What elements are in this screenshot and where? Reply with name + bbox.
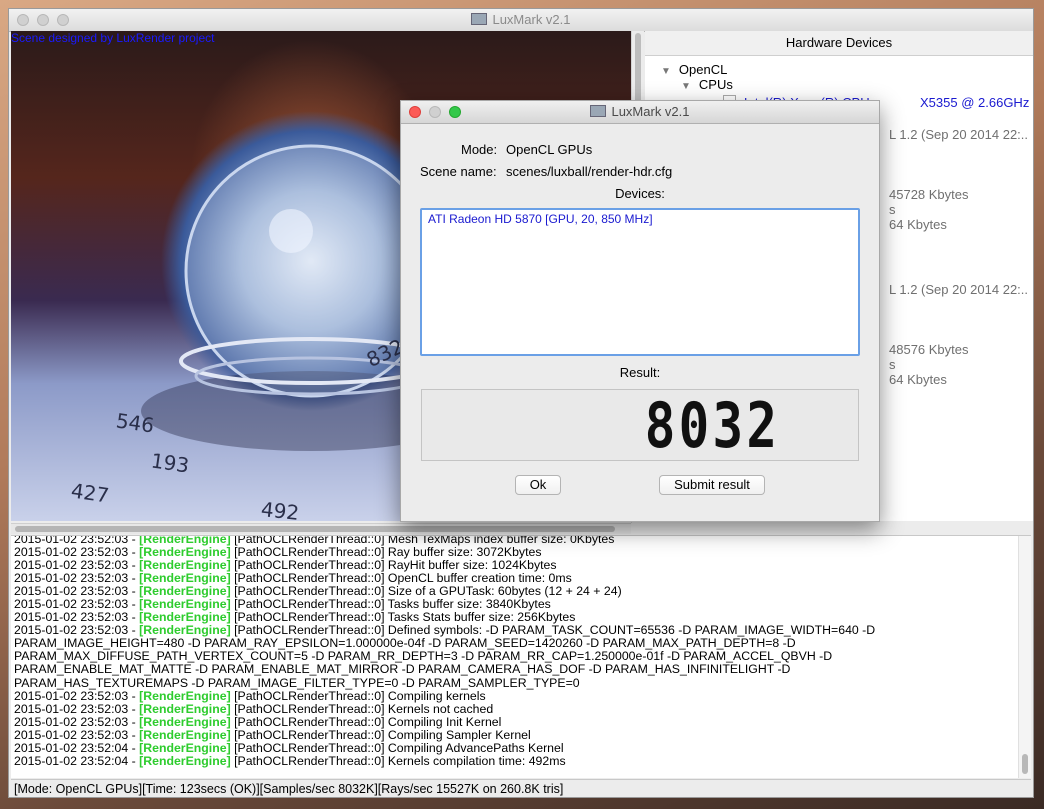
device-model: X5355 @ 2.66GHz bbox=[920, 95, 1030, 110]
log-tag: [RenderEngine] bbox=[139, 623, 231, 638]
scene-number: 427 bbox=[69, 478, 111, 508]
log-message: [PathOCLRenderThread::0] Compiling Advan… bbox=[230, 740, 564, 755]
log-message: [PathOCLRenderThread::0] Compiling Sampl… bbox=[230, 727, 531, 742]
log-tag: [RenderEngine] bbox=[139, 688, 231, 703]
status-bar: [Mode: OpenCL GPUs][Time: 123secs (OK)][… bbox=[11, 779, 1031, 797]
log-timestamp: 2015-01-02 23:52:03 - bbox=[14, 701, 140, 716]
log-message: [PathOCLRenderThread::0] Defined symbols… bbox=[230, 623, 876, 638]
main-zoom-button[interactable] bbox=[57, 14, 69, 26]
log-message: [PathOCLRenderThread::0] OpenCL buffer c… bbox=[230, 571, 572, 586]
scene-name-label: Scene name: bbox=[420, 164, 497, 179]
scroll-thumb[interactable] bbox=[1022, 754, 1028, 774]
log-tag: [RenderEngine] bbox=[139, 753, 231, 768]
log-tag: [RenderEngine] bbox=[139, 597, 231, 612]
main-titlebar: LuxMark v2.1 bbox=[9, 9, 1033, 32]
expand-triangle-icon[interactable]: ▼ bbox=[681, 81, 691, 92]
scene-number: 546 bbox=[114, 408, 156, 438]
log-line: 2015-01-02 23:52:04 - [RenderEngine] [Pa… bbox=[14, 753, 875, 768]
log-tag: [RenderEngine] bbox=[139, 727, 231, 742]
log-timestamp: 2015-01-02 23:52:03 - bbox=[14, 584, 140, 599]
device-info: L 1.2 (Sep 20 2014 22:.. bbox=[889, 282, 1029, 297]
device-info: L 1.2 (Sep 20 2014 22:.. bbox=[889, 127, 1029, 142]
log-timestamp: 2015-01-02 23:52:03 - bbox=[14, 688, 140, 703]
mode-value: OpenCL GPUs bbox=[506, 142, 593, 157]
log-timestamp: 2015-01-02 23:52:03 - bbox=[14, 714, 140, 729]
log-timestamp: 2015-01-02 23:52:03 - bbox=[14, 610, 140, 625]
result-display: 8032 bbox=[421, 389, 859, 461]
log-message: [PathOCLRenderThread::0] Tasks buffer si… bbox=[230, 597, 551, 612]
log-tag: [RenderEngine] bbox=[139, 584, 231, 599]
log-message: [PathOCLRenderThread::0] Size of a GPUTa… bbox=[230, 584, 622, 599]
device-info: 45728 Kbytes bbox=[889, 187, 969, 202]
log-tag: [RenderEngine] bbox=[139, 558, 231, 573]
log-timestamp: 2015-01-02 23:52:04 - bbox=[14, 740, 140, 755]
tree-label: OpenCL bbox=[678, 62, 728, 77]
log-message: [PathOCLRenderThread::0] Tasks Stats buf… bbox=[230, 610, 576, 625]
log-message: [PathOCLRenderThread::0] Compiling kerne… bbox=[230, 688, 486, 703]
log-message: [PathOCLRenderThread::0] Kernels not cac… bbox=[230, 701, 494, 716]
log-tag: [RenderEngine] bbox=[139, 701, 231, 716]
log-timestamp: 2015-01-02 23:52:04 - bbox=[14, 753, 140, 768]
log-message: [PathOCLRenderThread::0] RayHit buffer s… bbox=[230, 558, 557, 573]
log-timestamp: 2015-01-02 23:52:03 - bbox=[14, 727, 140, 742]
mode-label: Mode: bbox=[461, 142, 498, 157]
ok-button[interactable]: Ok bbox=[515, 475, 561, 495]
log-message: PARAM_ENABLE_MAT_MATTE -D PARAM_ENABLE_M… bbox=[14, 662, 791, 677]
log-timestamp: 2015-01-02 23:52:03 - bbox=[14, 571, 140, 586]
app-icon bbox=[471, 13, 488, 25]
log-timestamp: 2015-01-02 23:52:03 - bbox=[14, 558, 140, 573]
tree-item-cpus[interactable]: ▼ CPUs bbox=[681, 76, 733, 94]
scene-credit: Scene designed by LuxRender project bbox=[11, 31, 215, 45]
main-window-title: LuxMark v2.1 bbox=[492, 12, 571, 27]
device-info: 64 Kbytes bbox=[889, 372, 947, 387]
dialog-title: LuxMark v2.1 bbox=[611, 104, 690, 119]
main-close-button[interactable] bbox=[17, 14, 29, 26]
render-horizontal-scrollbar[interactable] bbox=[11, 523, 631, 534]
device-info: 48576 Kbytes bbox=[889, 342, 969, 357]
log-tag: [RenderEngine] bbox=[139, 610, 231, 625]
log-timestamp: 2015-01-02 23:52:03 - bbox=[14, 545, 140, 560]
dialog-close-button[interactable] bbox=[409, 106, 421, 118]
log-message: [PathOCLRenderThread::0] Kernels compila… bbox=[230, 753, 566, 768]
scene-number: 492 bbox=[259, 497, 301, 521]
result-lcd-value: 8032 bbox=[644, 389, 780, 462]
log-message: [PathOCLRenderThread::0] Compiling Init … bbox=[230, 714, 502, 729]
log-lines: 2015-01-02 23:52:03 - [RenderEngine] [Pa… bbox=[14, 536, 876, 768]
expand-triangle-icon[interactable]: ▼ bbox=[661, 66, 671, 77]
device-info: 64 Kbytes bbox=[889, 217, 947, 232]
scene-name-value: scenes/luxball/render-hdr.cfg bbox=[506, 164, 673, 179]
log-tag: [RenderEngine] bbox=[139, 740, 231, 755]
hardware-devices-header: Hardware Devices bbox=[645, 31, 1033, 56]
result-label: Result: bbox=[619, 365, 661, 380]
app-icon bbox=[590, 105, 607, 117]
log-tag: [RenderEngine] bbox=[139, 571, 231, 586]
log-tag: [RenderEngine] bbox=[139, 714, 231, 729]
log-tag: [RenderEngine] bbox=[139, 545, 231, 560]
log-message: PARAM_HAS_TEXTUREMAPS -D PARAM_IMAGE_FIL… bbox=[14, 675, 580, 690]
result-dialog: LuxMark v2.1 Mode: OpenCL GPUs Scene nam… bbox=[400, 100, 880, 522]
log-output[interactable]: 2015-01-02 23:52:03 - [RenderEngine] [Pa… bbox=[11, 535, 1031, 778]
log-timestamp: 2015-01-02 23:52:03 - bbox=[14, 597, 140, 612]
main-minimize-button[interactable] bbox=[37, 14, 49, 26]
devices-label: Devices: bbox=[615, 186, 665, 201]
tree-label: CPUs bbox=[698, 77, 733, 92]
devices-list[interactable]: ATI Radeon HD 5870 [GPU, 20, 850 MHz] bbox=[420, 208, 860, 356]
device-list-item[interactable]: ATI Radeon HD 5870 [GPU, 20, 850 MHz] bbox=[428, 212, 653, 226]
dialog-zoom-button[interactable] bbox=[449, 106, 461, 118]
submit-result-button[interactable]: Submit result bbox=[659, 475, 765, 495]
dialog-titlebar: LuxMark v2.1 bbox=[401, 101, 879, 124]
log-message: [PathOCLRenderThread::0] Ray buffer size… bbox=[230, 545, 542, 560]
log-scrollbar[interactable] bbox=[1018, 536, 1031, 778]
log-message: PARAM_MAX_DIFFUSE_PATH_VERTEX_COUNT=5 -D… bbox=[14, 649, 833, 664]
log-message: PARAM_IMAGE_HEIGHT=480 -D PARAM_RAY_EPSI… bbox=[14, 636, 796, 651]
scroll-thumb[interactable] bbox=[15, 526, 615, 532]
dialog-minimize-button[interactable] bbox=[429, 106, 441, 118]
scene-number: 193 bbox=[149, 448, 191, 478]
log-timestamp: 2015-01-02 23:52:03 - bbox=[14, 623, 140, 638]
